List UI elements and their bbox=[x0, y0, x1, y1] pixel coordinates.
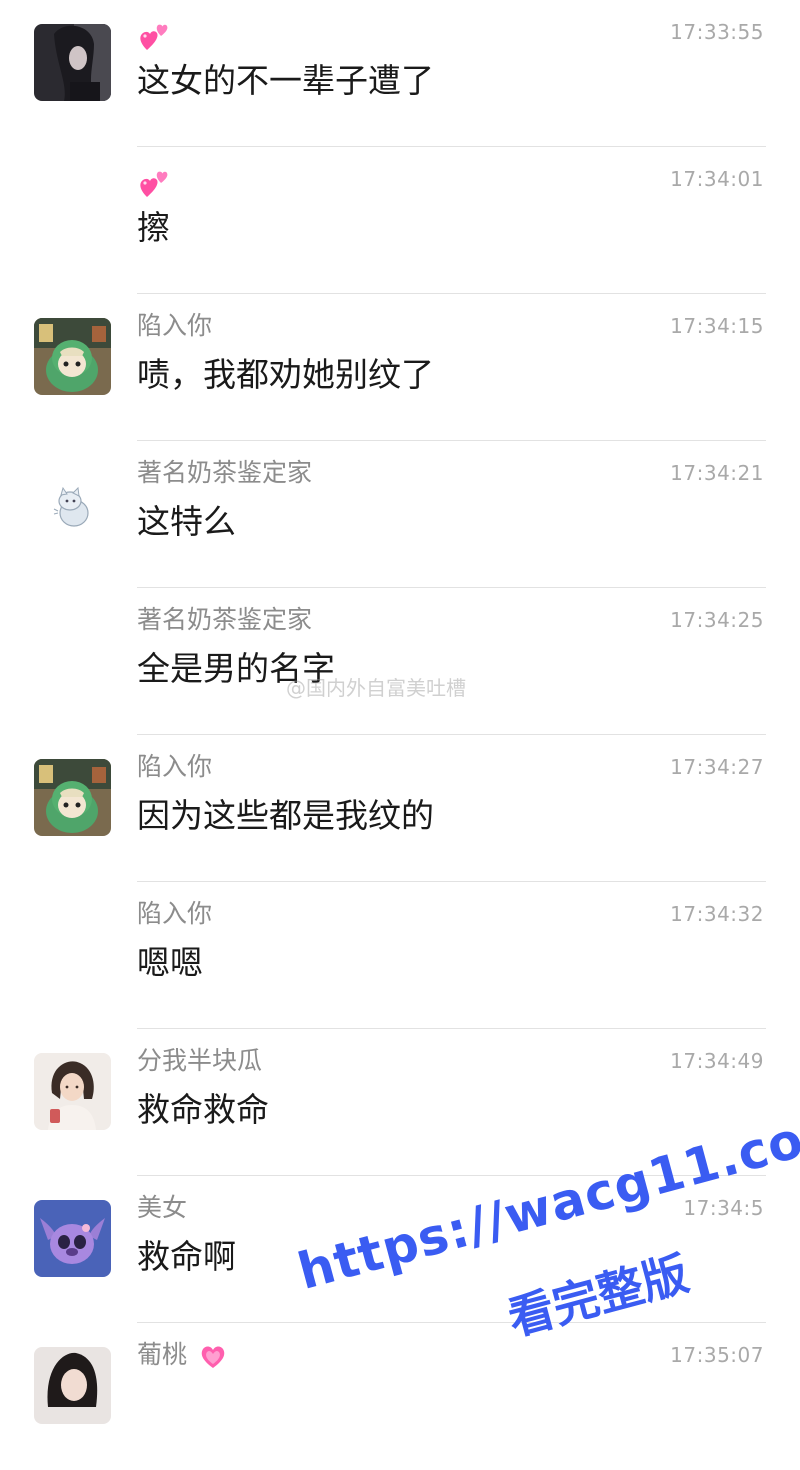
pink-hearts-icon bbox=[137, 18, 173, 54]
message-row[interactable]: 著名奶茶鉴定家 17:34:21 这特么 bbox=[0, 441, 800, 588]
message-time: 17:34:27 bbox=[670, 755, 764, 779]
message-text: 啧，我都劝她别纹了 bbox=[137, 355, 434, 394]
message-time: 17:34:21 bbox=[670, 461, 764, 485]
sender-name: 著名奶茶鉴定家 bbox=[137, 605, 313, 634]
message-text: 救命啊 bbox=[137, 1237, 236, 1276]
dark-girl-avatar[interactable] bbox=[34, 24, 111, 101]
message-time: 17:34:49 bbox=[670, 1049, 764, 1073]
message-text: 救命救命 bbox=[137, 1090, 269, 1129]
sender-name: 陷入你 bbox=[137, 899, 213, 928]
message-time: 17:34:15 bbox=[670, 314, 764, 338]
message-row[interactable]: 著名奶茶鉴定家 17:34:25 全是男的名字 bbox=[0, 588, 800, 735]
sender-name-text: 葡桃 bbox=[137, 1340, 188, 1369]
sender-name: 分我半块瓜 bbox=[137, 1046, 263, 1075]
sender-name: 美女 bbox=[137, 1193, 188, 1222]
girl-photo-avatar[interactable] bbox=[34, 1053, 111, 1130]
sender-name: 陷入你 bbox=[137, 752, 213, 781]
message-time: 17:34:5 bbox=[683, 1196, 764, 1220]
message-row[interactable]: 陷入你 17:34:15 啧，我都劝她别纹了 bbox=[0, 294, 800, 441]
pink-hearts-icon bbox=[137, 165, 173, 201]
message-text: 这特么 bbox=[137, 502, 236, 541]
cat-sticker-avatar[interactable] bbox=[34, 465, 111, 542]
message-row[interactable]: 陷入你 17:34:27 因为这些都是我纹的 bbox=[0, 735, 800, 882]
anime-green-hood-avatar[interactable] bbox=[34, 759, 111, 836]
message-row[interactable]: 17:34:01 擦 bbox=[0, 147, 800, 294]
heart-icon bbox=[197, 1340, 229, 1372]
message-time: 17:35:07 bbox=[670, 1343, 764, 1367]
sender-name: 陷入你 bbox=[137, 311, 213, 340]
weibo-watermark: @国内外自富美吐槽 bbox=[286, 676, 466, 700]
message-time: 17:34:32 bbox=[670, 902, 764, 926]
message-text: 这女的不一辈子遭了 bbox=[137, 61, 434, 100]
sender-name: 葡桃 bbox=[137, 1339, 229, 1372]
message-row[interactable]: 葡桃 17:35:07 bbox=[0, 1323, 800, 1470]
message-time: 17:34:01 bbox=[670, 167, 764, 191]
anime-green-hood-avatar[interactable] bbox=[34, 318, 111, 395]
stitch-avatar[interactable] bbox=[34, 1200, 111, 1277]
message-text: 擦 bbox=[137, 208, 170, 247]
dark-hair-girl-avatar[interactable] bbox=[34, 1347, 111, 1424]
message-time: 17:33:55 bbox=[670, 20, 764, 44]
message-row[interactable]: 陷入你 17:34:32 嗯嗯 bbox=[0, 882, 800, 1029]
message-text: 嗯嗯 bbox=[137, 943, 203, 982]
message-text: 因为这些都是我纹的 bbox=[137, 796, 434, 835]
message-time: 17:34:25 bbox=[670, 608, 764, 632]
message-row[interactable]: 17:33:55 这女的不一辈子遭了 bbox=[0, 0, 800, 147]
sender-name: 著名奶茶鉴定家 bbox=[137, 458, 313, 487]
